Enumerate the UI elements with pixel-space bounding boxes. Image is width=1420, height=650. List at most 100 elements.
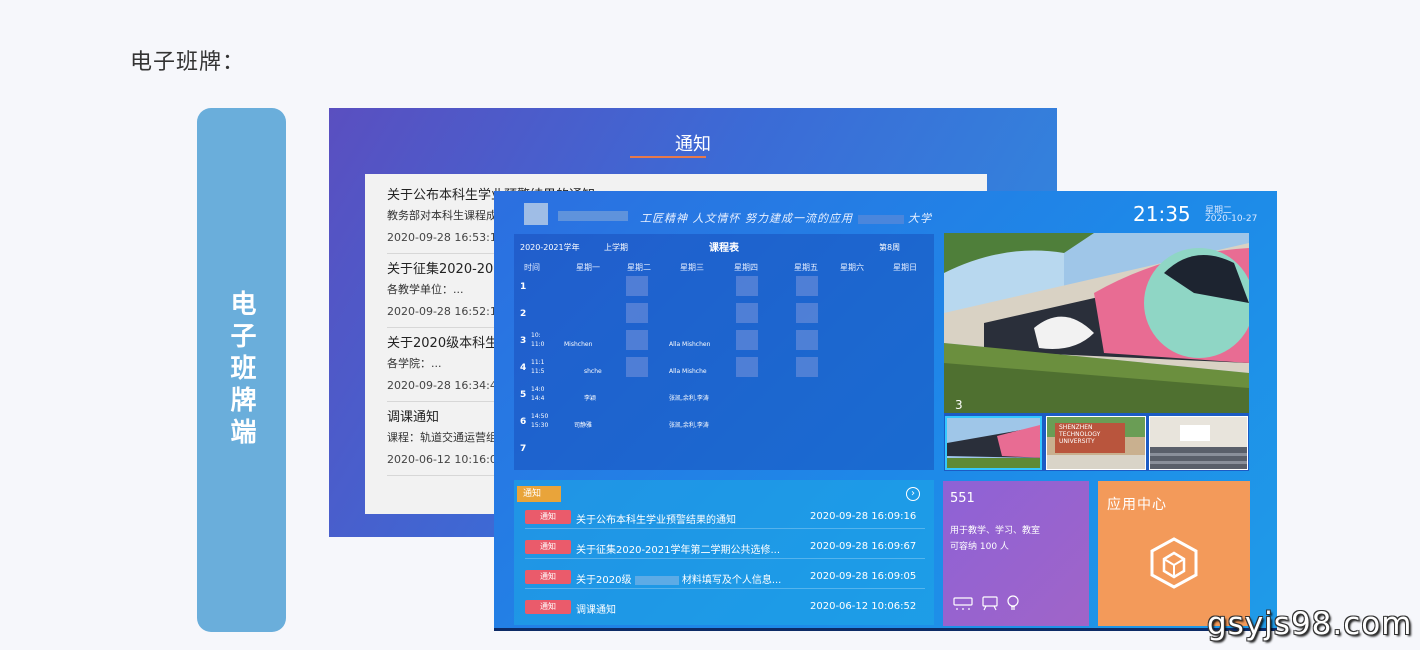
period-row: 6 14:50 15:30 司静雅 张凯,余利,李涛: [514, 409, 934, 436]
app-center-tile[interactable]: 应用中心: [1098, 481, 1250, 626]
course-teacher: 李颖: [584, 395, 597, 402]
col-header-wed: 星期三: [680, 263, 704, 272]
blurred-cell: [736, 330, 758, 350]
air-conditioner-icon: [953, 597, 973, 610]
slogan-text: 工匠精神 人文情怀 努力建成一流的应用: [640, 212, 853, 225]
slogan-suffix: 大学: [908, 212, 932, 225]
period-number: 6: [520, 417, 527, 427]
timetable-title: 课程表: [709, 243, 739, 254]
timetable-panel: 2020-2021学年 上学期 课程表 第8周 时间 星期一 星期二 星期三 星…: [514, 234, 934, 470]
lightbulb-icon: [1007, 595, 1019, 610]
notice-date: 2020-09-28 16:09:16: [810, 511, 917, 522]
period-time-end: 11:5: [531, 368, 545, 375]
notice-title-blurred: [634, 575, 679, 585]
academic-year: 2020-2021学年: [520, 243, 580, 252]
room-equipment-icons: [953, 595, 1033, 614]
period-row: 2: [514, 301, 934, 328]
notice-title-start: 关于2020级: [576, 575, 632, 586]
watermark: gsyjs98.com: [1207, 606, 1413, 642]
col-header-thu: 星期四: [734, 263, 758, 272]
notice-row[interactable]: 通知 调课通知 2020-06-12 10:06:52: [525, 597, 925, 619]
blurred-cell: [796, 276, 818, 296]
current-date: 2020-10-27: [1205, 214, 1258, 224]
notice-title-end: 材料填写及个人信息...: [681, 575, 782, 586]
col-header-fri: 星期五: [794, 263, 818, 272]
notice-title: 关于公布本科生学业预警结果的通知: [576, 515, 736, 526]
projector-icon: [982, 596, 998, 611]
room-number: 551: [950, 491, 975, 506]
notice-date: 2020-09-28 16:09:67: [810, 541, 917, 552]
room-description-line1: 用于教学、学习、教室: [950, 526, 1041, 536]
course-teacher: Mishchen: [564, 341, 593, 348]
period-number: 7: [520, 444, 527, 454]
notice-badge: 通知: [525, 600, 571, 614]
notice-tab[interactable]: 通知: [517, 486, 561, 502]
period-row: 4 11:1 11:5 shche Alla Mishche: [514, 355, 934, 382]
chevron-right-icon[interactable]: ›: [906, 487, 920, 501]
blurred-cell: [736, 357, 758, 377]
notice-date: 2020-06-12 10:06:52: [810, 601, 917, 612]
thumbnail-mural[interactable]: [945, 416, 1042, 470]
course-teacher: 张凯,余利,李涛: [669, 422, 709, 429]
term: 上学期: [604, 243, 628, 252]
page-heading: 电子班牌：: [130, 50, 246, 75]
notice-title: 关于2020级 材料填写及个人信息...: [576, 571, 781, 586]
classroom-info-tile[interactable]: 551 用于教学、学习、教室 可容纳 100 人: [943, 481, 1089, 626]
blurred-cell: [626, 276, 648, 296]
mural-photo: [944, 233, 1249, 413]
school-slogan: 工匠精神 人文情怀 努力建成一流的应用 大学: [640, 210, 932, 226]
period-time-end: 14:4: [531, 395, 545, 402]
period-row: 5 14:0 14:4 李颖 张凯,余利,李涛: [514, 382, 934, 409]
period-time-start: 14:0: [531, 386, 545, 393]
title-underline: [630, 156, 706, 158]
class-board-screen: 工匠精神 人文情怀 努力建成一流的应用 大学 21:35 星期二 2020-10…: [494, 191, 1277, 631]
photo-carousel[interactable]: 3 SHENZHEN TECHNOLOGY UNIVERSITY: [944, 233, 1249, 471]
school-name-blurred: [558, 211, 628, 221]
notice-row[interactable]: 通知 关于公布本科生学业预警结果的通知 2020-09-28 16:09:16: [525, 507, 925, 529]
room-description: 用于教学、学习、教室 可容纳 100 人: [950, 523, 1040, 555]
notice-badge: 通知: [525, 540, 571, 554]
notice-title: 调课通知: [576, 605, 616, 616]
thumbnail-campus-sign[interactable]: SHENZHEN TECHNOLOGY UNIVERSITY: [1046, 416, 1146, 470]
side-label-pill: 电子班牌端: [197, 108, 286, 632]
week-number: 第8周: [879, 243, 901, 252]
period-number: 4: [520, 363, 527, 373]
blurred-cell: [796, 303, 818, 323]
blurred-cell: [626, 303, 648, 323]
col-header-sat: 星期六: [840, 263, 864, 272]
period-time-end: 11:0: [531, 341, 545, 348]
room-description-line2: 可容纳 100 人: [950, 542, 1009, 552]
period-time-end: 15:30: [531, 422, 549, 429]
notice-row[interactable]: 通知 关于2020级 材料填写及个人信息... 2020-09-28 16:09…: [525, 567, 925, 589]
course-teacher: shche: [584, 368, 602, 375]
blurred-cell: [626, 330, 648, 350]
course-teacher: 张凯,余利,李涛: [669, 395, 709, 402]
cube-icon: [1150, 537, 1198, 593]
clock: 21:35: [1133, 202, 1191, 226]
period-time-start: 11:1: [531, 359, 545, 366]
thumbnail-lecture-hall[interactable]: [1149, 416, 1248, 470]
course-teacher: Alla Mishchen: [669, 341, 711, 348]
col-header-sun: 星期日: [893, 263, 917, 272]
photo-counter: 3: [955, 398, 963, 412]
notice-badge: 通知: [525, 570, 571, 584]
course-teacher: 司静雅: [574, 422, 593, 429]
notice-screen-title: 通知: [675, 134, 711, 155]
period-time-start: 14:50: [531, 413, 549, 420]
app-center-label: 应用中心: [1107, 497, 1167, 513]
period-time-start: 10:: [531, 332, 541, 339]
period-number: 3: [520, 336, 527, 346]
school-logo: [524, 203, 548, 225]
timetable-grid: 1 2 3 10: 11:0 Mishchen Alla Mishchen 4 …: [514, 274, 934, 466]
notice-badge: 通知: [525, 510, 571, 524]
notice-panel: 通知 › 通知 关于公布本科生学业预警结果的通知 2020-09-28 16:0…: [514, 480, 934, 625]
notice-row[interactable]: 通知 关于征集2020-2021学年第二学期公共选修... 2020-09-28…: [525, 537, 925, 559]
notice-date: 2020-09-28 16:09:05: [810, 571, 917, 582]
blurred-cell: [736, 303, 758, 323]
col-header-mon: 星期一: [576, 263, 600, 272]
period-number: 2: [520, 309, 527, 319]
campus-sign-text: SHENZHEN TECHNOLOGY UNIVERSITY: [1059, 424, 1101, 445]
col-header-time: 时间: [524, 263, 540, 272]
side-label-text: 电子班牌端: [226, 290, 256, 450]
period-row: 7: [514, 436, 934, 463]
